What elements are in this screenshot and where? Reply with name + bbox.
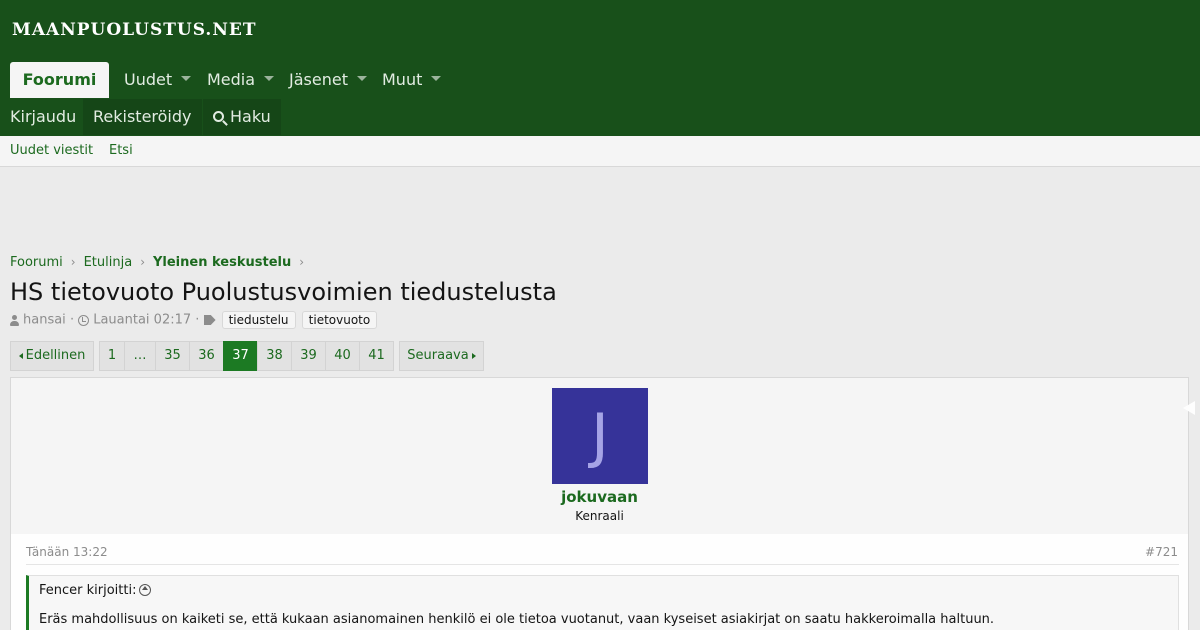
nav-tab-forums[interactable]: Foorumi xyxy=(10,62,109,98)
next-page-button[interactable]: Seuraava xyxy=(399,341,484,371)
clock-icon xyxy=(78,314,90,326)
page-link[interactable]: 38 xyxy=(257,341,292,371)
post-divider xyxy=(26,564,1179,565)
tag[interactable]: tiedustelu xyxy=(221,311,296,329)
quote-text: Eräs mahdollisuus on kaiketi se, että ku… xyxy=(39,612,995,627)
new-posts-link[interactable]: Uudet viestit xyxy=(10,143,93,158)
sub-navigation: Uudet viestit Etsi xyxy=(0,136,1200,167)
nav-tab-label: Muut xyxy=(382,70,423,89)
chevron-right-icon: › xyxy=(299,255,305,269)
page-link[interactable]: 39 xyxy=(291,341,326,371)
meta-separator: · xyxy=(195,312,200,328)
post-arrow xyxy=(1183,401,1195,415)
chevron-left-icon xyxy=(18,352,23,359)
post-number[interactable]: #721 xyxy=(1145,545,1178,559)
chevron-down-icon[interactable] xyxy=(356,76,367,81)
user-title: Kenraali xyxy=(575,509,624,523)
site-header: MAANPUOLUSTUS.NET Foorumi Uudet Media Jä… xyxy=(0,0,1200,136)
nav-tab-more[interactable]: Muut xyxy=(382,62,442,98)
search-icon xyxy=(213,111,224,122)
page-link[interactable]: 35 xyxy=(155,341,190,371)
tags-icon xyxy=(203,315,216,325)
chevron-right-icon: › xyxy=(140,255,145,269)
username[interactable]: jokuvaan xyxy=(11,488,1188,506)
thread-date[interactable]: Lauantai 02:17 xyxy=(93,313,191,328)
page-link[interactable]: 41 xyxy=(359,341,394,371)
login-link[interactable]: Kirjaudu xyxy=(10,99,76,135)
chevron-down-icon[interactable] xyxy=(264,76,275,81)
avatar[interactable]: J xyxy=(552,388,648,484)
page-link[interactable]: 40 xyxy=(325,341,360,371)
user-icon xyxy=(10,314,19,326)
nav-tab-label: Uudet xyxy=(124,70,173,89)
current-page[interactable]: 37 xyxy=(223,341,258,371)
chevron-down-icon[interactable] xyxy=(181,76,192,81)
breadcrumb: Foorumi › Etulinja › Yleinen keskustelu › xyxy=(10,255,312,270)
quote-header[interactable]: Fencer kirjoitti: xyxy=(39,583,152,598)
post-user-info: J jokuvaan Kenraali xyxy=(11,378,1195,534)
arrow-up-circle-icon[interactable] xyxy=(139,583,152,596)
breadcrumb-item[interactable]: Etulinja xyxy=(84,255,133,270)
breadcrumb-item[interactable]: Yleinen keskustelu xyxy=(153,255,291,270)
nav-tab-label: Media xyxy=(207,70,256,89)
quote-block: Fencer kirjoitti: Eräs mahdollisuus on k… xyxy=(26,575,1179,630)
nav-tab-whats-new[interactable]: Uudet xyxy=(124,62,192,98)
meta-separator: · xyxy=(69,312,75,328)
thread-author[interactable]: hansai xyxy=(23,313,66,328)
find-link[interactable]: Etsi xyxy=(109,143,133,158)
chevron-down-icon[interactable] xyxy=(431,76,442,81)
register-link[interactable]: Rekisteröidy xyxy=(83,99,202,135)
search-button[interactable]: Haku xyxy=(203,99,281,135)
post: J jokuvaan Kenraali Tänään 13:22 #721 Fe… xyxy=(10,377,1195,630)
breadcrumb-item[interactable]: Foorumi xyxy=(10,255,63,270)
post-date[interactable]: Tänään 13:22 xyxy=(26,545,108,559)
tag[interactable]: tietovuoto xyxy=(301,311,378,329)
prev-label: Edellinen xyxy=(25,348,86,363)
page-link[interactable]: 1 xyxy=(99,341,125,371)
page-jump[interactable]: … xyxy=(124,341,156,371)
chevron-right-icon: › xyxy=(70,255,76,269)
thread-meta: hansai · Lauantai 02:17 · tiedustelu tie… xyxy=(10,311,378,329)
search-label: Haku xyxy=(230,107,271,126)
site-logo[interactable]: MAANPUOLUSTUS.NET xyxy=(12,20,257,40)
next-label: Seuraava xyxy=(407,348,469,363)
nav-tab-members[interactable]: Jäsenet xyxy=(289,62,367,98)
page-link[interactable]: 36 xyxy=(189,341,224,371)
chevron-right-icon xyxy=(471,352,476,359)
nav-tab-label: Jäsenet xyxy=(289,70,348,89)
nav-tab-media[interactable]: Media xyxy=(207,62,275,98)
thread-title: HS tietovuoto Puolustusvoimien tiedustel… xyxy=(10,278,557,306)
quote-author: Fencer kirjoitti: xyxy=(39,583,137,598)
prev-page-button[interactable]: Edellinen xyxy=(10,341,94,371)
